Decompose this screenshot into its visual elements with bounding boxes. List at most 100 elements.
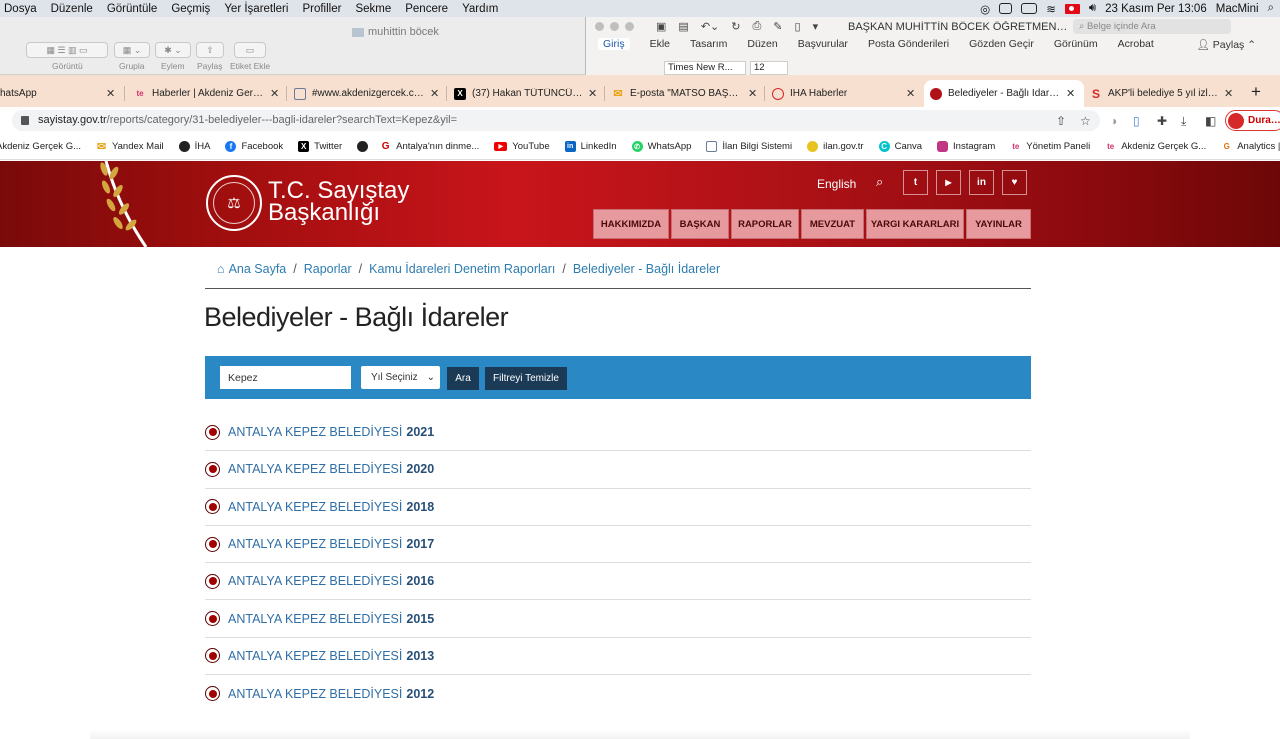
nav-hakkimizda[interactable]: HAKKIMIZDA bbox=[593, 209, 669, 239]
extension-doc-icon[interactable]: ▯ bbox=[1133, 114, 1140, 128]
report-name[interactable]: ANTALYA KEPEZ BELEDİYESİ bbox=[228, 612, 402, 626]
report-name[interactable]: ANTALYA KEPEZ BELEDİYESİ bbox=[228, 462, 402, 476]
menu-duzenle[interactable]: Düzenle bbox=[51, 3, 93, 15]
url-input[interactable]: sayistay.gov.tr/reports/category/31-bele… bbox=[12, 110, 1100, 131]
tab-eposta-matso[interactable]: ✉ E-posta "MATSO BAŞKAN ✕ bbox=[606, 80, 766, 107]
edit-icon[interactable]: ✎ bbox=[773, 20, 782, 33]
share-button[interactable]: ⇧ bbox=[196, 42, 224, 58]
sayistay-logo[interactable]: ⚖ bbox=[206, 175, 262, 231]
word-search-input[interactable]: ⌕ Belge içinde Ara bbox=[1073, 19, 1231, 34]
close-tab-icon[interactable]: ✕ bbox=[906, 87, 918, 100]
tab-whatsapp[interactable]: hatsApp ✕ bbox=[0, 80, 124, 107]
undo-icon[interactable]: ↶⌄ bbox=[701, 20, 719, 33]
clock-datetime[interactable]: 23 Kasım Per 13:06 bbox=[1105, 3, 1207, 15]
report-name[interactable]: ANTALYA KEPEZ BELEDİYESİ bbox=[228, 649, 402, 663]
linkedin-icon[interactable]: in bbox=[969, 170, 994, 195]
list-item[interactable]: ANTALYA KEPEZ BELEDİYESİ 2016 bbox=[205, 563, 1031, 601]
close-tab-icon[interactable]: ✕ bbox=[270, 87, 282, 100]
ribbon-tab-posta[interactable]: Posta Gönderileri bbox=[868, 38, 949, 50]
bookmark-linkedin[interactable]: in LinkedIn bbox=[564, 141, 617, 152]
menu-profiller[interactable]: Profiller bbox=[302, 3, 341, 15]
ribbon-tab-gozden-gecir[interactable]: Gözden Geçir bbox=[969, 38, 1034, 50]
close-tab-icon[interactable]: ✕ bbox=[1066, 87, 1078, 100]
font-size-select[interactable]: 12 bbox=[750, 61, 788, 75]
list-item[interactable]: ANTALYA KEPEZ BELEDİYESİ 2020 bbox=[205, 451, 1031, 489]
list-item[interactable]: ANTALYA KEPEZ BELEDİYESİ 2021 bbox=[205, 414, 1031, 452]
twitter-icon[interactable]: t bbox=[903, 170, 928, 195]
youtube-icon[interactable]: ▶ bbox=[936, 170, 961, 195]
report-year[interactable]: 2021 bbox=[406, 425, 434, 439]
close-tab-icon[interactable]: ✕ bbox=[430, 87, 442, 100]
close-tab-icon[interactable]: ✕ bbox=[106, 87, 118, 100]
print-icon[interactable]: ⎙ bbox=[752, 20, 761, 33]
tab-akdenizgercek-com[interactable]: #www.akdenizgercek.com ✕ bbox=[288, 80, 448, 107]
tag-button[interactable]: ▭ bbox=[234, 42, 266, 58]
ribbon-tab-acrobat[interactable]: Acrobat bbox=[1118, 38, 1154, 50]
bookmark-antalya[interactable]: G Antalya'nın dinme... bbox=[380, 141, 480, 152]
bookmark-yandex-mail[interactable]: ✉ Yandex Mail bbox=[96, 141, 164, 153]
menu-yer-isaretleri[interactable]: Yer İşaretleri bbox=[224, 3, 288, 15]
turkish-flag-icon[interactable] bbox=[1064, 3, 1080, 14]
font-family-select[interactable]: Times New R... bbox=[664, 61, 746, 75]
side-panel-icon[interactable]: ◧ bbox=[1205, 114, 1216, 128]
extension-icon[interactable]: ◑ bbox=[1110, 114, 1117, 128]
ribbon-tab-gorunum[interactable]: Görünüm bbox=[1054, 38, 1098, 50]
bookmark-whatsapp[interactable]: ✆ WhatsApp bbox=[631, 141, 691, 152]
report-year[interactable]: 2018 bbox=[406, 500, 434, 514]
list-item[interactable]: ANTALYA KEPEZ BELEDİYESİ 2015 bbox=[205, 600, 1031, 638]
bookmark-facebook[interactable]: f Facebook bbox=[225, 141, 283, 152]
ribbon-tab-giris[interactable]: Giriş bbox=[598, 38, 630, 50]
bookmark-ilan-gov[interactable]: ilan.gov.tr bbox=[807, 141, 864, 152]
group-button[interactable]: ▦ ⌄ bbox=[114, 42, 150, 58]
minimize-window-button[interactable] bbox=[610, 22, 619, 31]
redo-icon[interactable]: ↻ bbox=[731, 20, 740, 33]
home-icon[interactable]: ⌂ bbox=[217, 262, 225, 276]
bookmark-akdeniz-2[interactable]: te Akdeniz Gerçek G... bbox=[1105, 141, 1206, 152]
site-search-icon[interactable]: ⌕ bbox=[876, 174, 883, 190]
report-year[interactable]: 2016 bbox=[406, 574, 434, 588]
ribbon-tab-ekle[interactable]: Ekle bbox=[650, 38, 670, 50]
close-window-button[interactable] bbox=[595, 22, 604, 31]
ribbon-tab-tasarim[interactable]: Tasarım bbox=[690, 38, 727, 50]
list-item[interactable]: ANTALYA KEPEZ BELEDİYESİ 2017 bbox=[205, 526, 1031, 564]
profile-paused-button[interactable]: Duraklat bbox=[1225, 110, 1280, 131]
menu-sekme[interactable]: Sekme bbox=[355, 3, 391, 15]
search-button[interactable]: Ara bbox=[447, 367, 479, 390]
report-name[interactable]: ANTALYA KEPEZ BELEDİYESİ bbox=[228, 574, 402, 588]
menu-gecmis[interactable]: Geçmiş bbox=[171, 3, 210, 15]
menu-pencere[interactable]: Pencere bbox=[405, 3, 448, 15]
download-icon[interactable]: ⤓ bbox=[1181, 114, 1186, 129]
menu-goruntule[interactable]: Görüntüle bbox=[107, 3, 158, 15]
search-input[interactable] bbox=[220, 366, 351, 389]
window-icon[interactable] bbox=[999, 3, 1013, 14]
bookmark-iha[interactable]: İHA bbox=[178, 141, 210, 152]
view-mode-buttons[interactable]: ▦ ☰ ▥ ▭ bbox=[26, 42, 108, 58]
bookmark-ilan-bilgi[interactable]: İlan Bilgi Sistemi bbox=[706, 141, 792, 152]
save-icon[interactable]: ▤ bbox=[678, 20, 688, 33]
list-item[interactable]: ANTALYA KEPEZ BELEDİYESİ 2012 bbox=[205, 675, 1031, 712]
report-name[interactable]: ANTALYA KEPEZ BELEDİYESİ bbox=[228, 537, 402, 551]
nav-mevzuat[interactable]: MEVZUAT bbox=[801, 209, 864, 239]
spotlight-search-icon[interactable]: ⌕ bbox=[1268, 2, 1274, 15]
report-year[interactable]: 2015 bbox=[406, 612, 434, 626]
report-year[interactable]: 2017 bbox=[406, 537, 434, 551]
breadcrumb-current[interactable]: Belediyeler - Bağlı İdareler bbox=[573, 262, 720, 276]
bookmark-youtube[interactable]: ▶ YouTube bbox=[494, 141, 550, 152]
word-share-button[interactable]: 👤︎ Paylaş ⌃ bbox=[1197, 38, 1256, 51]
list-item[interactable]: ANTALYA KEPEZ BELEDİYESİ 2018 bbox=[205, 489, 1031, 526]
report-name[interactable]: ANTALYA KEPEZ BELEDİYESİ bbox=[228, 425, 402, 439]
tab-sayistay-active[interactable]: Belediyeler - Bağlı İdarele ✕ bbox=[924, 80, 1084, 107]
volume-icon[interactable]: 🔊︎ bbox=[1089, 2, 1096, 15]
close-tab-icon[interactable]: ✕ bbox=[748, 87, 760, 100]
ribbon-tab-duzen[interactable]: Düzen bbox=[747, 38, 777, 50]
zoom-window-button[interactable] bbox=[625, 22, 634, 31]
clear-filter-button[interactable]: Filtreyi Temizle bbox=[485, 367, 567, 390]
creative-cloud-icon[interactable]: ◎ bbox=[980, 2, 990, 16]
bookmark-analytics[interactable]: GAnalytics | Ana bbox=[1221, 141, 1280, 152]
tab-iha-haberler[interactable]: İHA Haberler ✕ bbox=[766, 80, 924, 107]
nav-yargi-kararlari[interactable]: YARGI KARARLARI bbox=[866, 209, 964, 239]
sidebar-icon[interactable]: ▣ bbox=[656, 20, 666, 33]
menu-yardim[interactable]: Yardım bbox=[462, 3, 498, 15]
bookmark-globe[interactable] bbox=[357, 141, 369, 152]
ribbon-tab-basvurular[interactable]: Başvurular bbox=[798, 38, 848, 50]
